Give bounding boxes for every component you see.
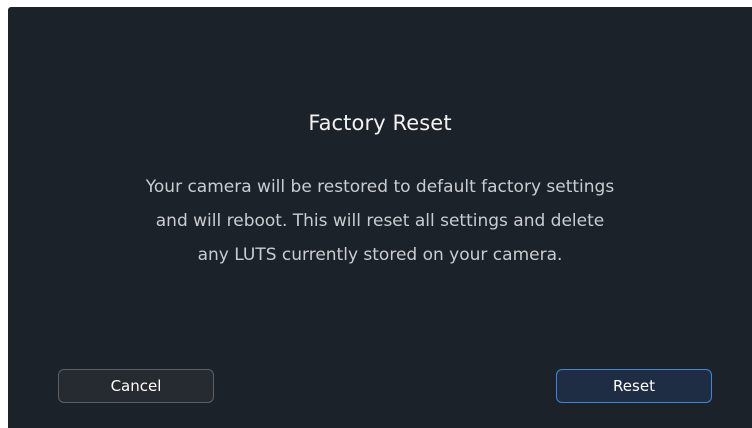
reset-button[interactable]: Reset <box>556 369 712 403</box>
dialog-title: Factory Reset <box>308 111 452 135</box>
dialog-message: Your camera will be restored to default … <box>8 170 752 272</box>
factory-reset-screen: Factory Reset Your camera will be restor… <box>8 7 752 428</box>
message-line: any LUTS currently stored on your camera… <box>197 245 563 265</box>
message-line: and will reboot. This will reset all set… <box>155 211 605 231</box>
message-line: Your camera will be restored to default … <box>145 177 615 197</box>
cancel-button[interactable]: Cancel <box>58 369 214 403</box>
